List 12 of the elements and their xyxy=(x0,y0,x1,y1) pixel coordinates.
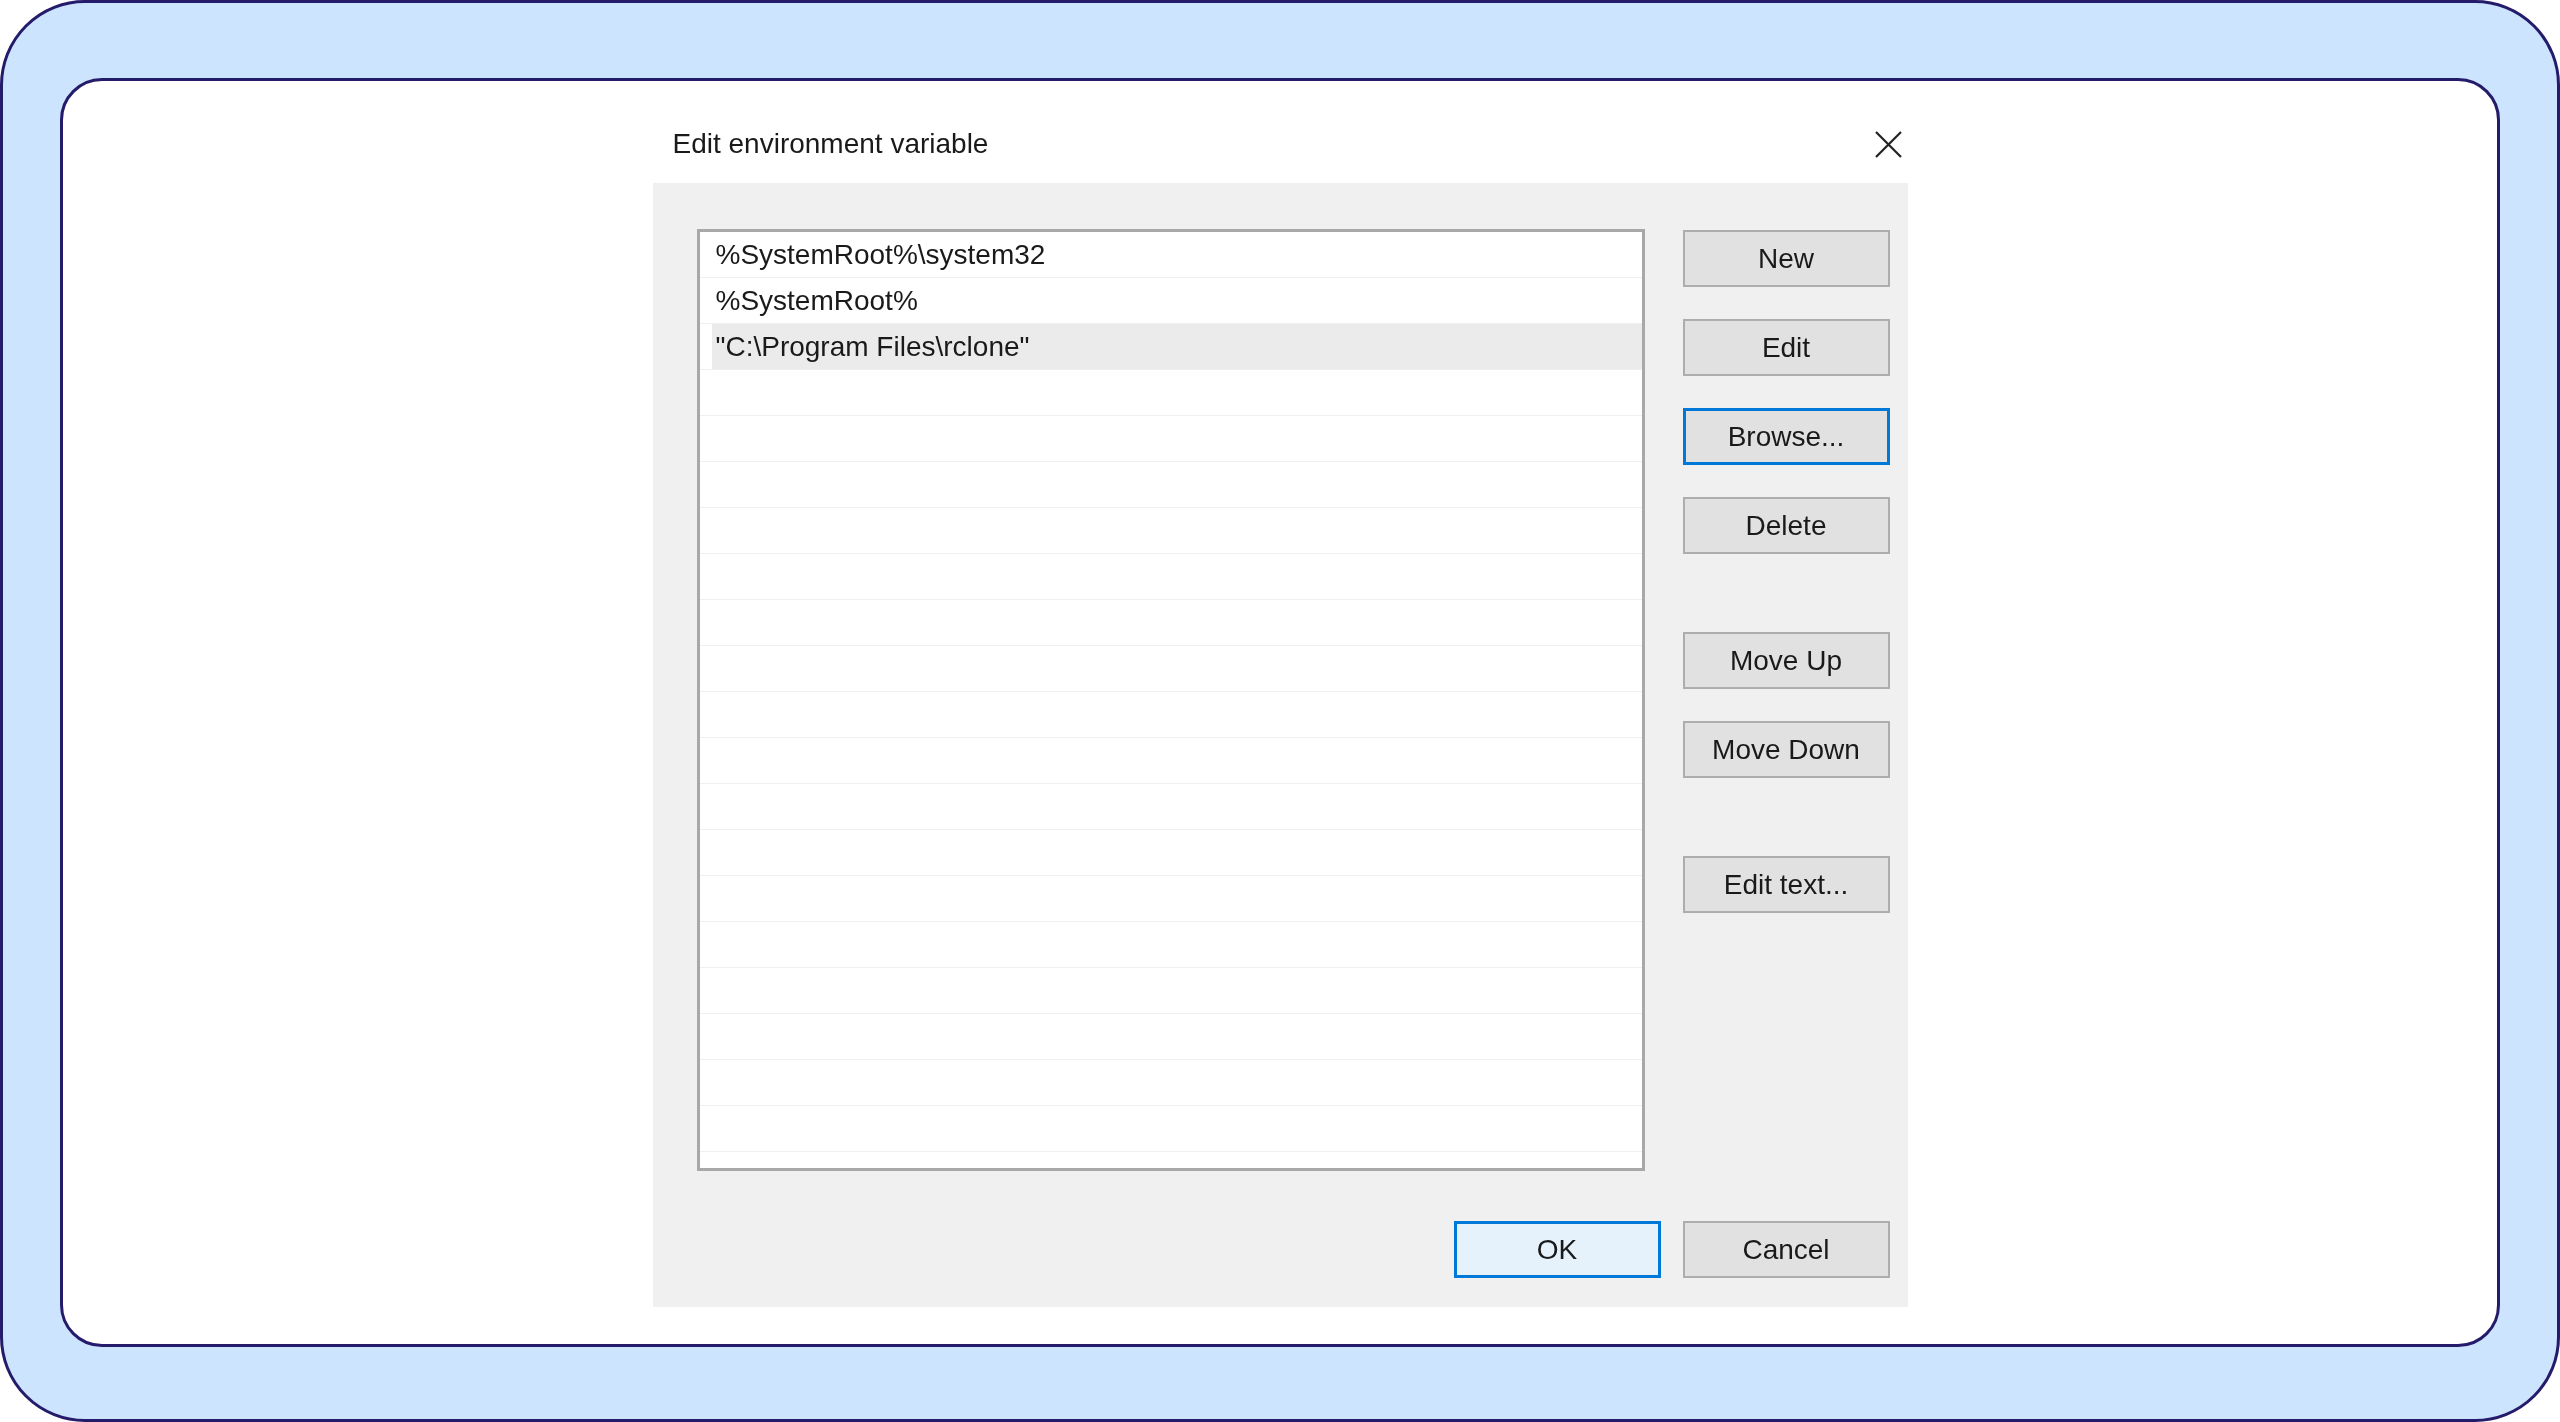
dialog-button[interactable]: Edit text... xyxy=(1682,856,1890,913)
dialog-button[interactable]: Edit xyxy=(1682,319,1890,376)
list-item[interactable]: "C:\Program Files\rclone" xyxy=(711,324,1642,370)
dialog-button[interactable]: Move Up xyxy=(1682,632,1890,689)
dialog-button[interactable]: Delete xyxy=(1682,497,1890,554)
dialog-title: Edit environment variable xyxy=(672,128,989,160)
close-icon[interactable] xyxy=(1874,130,1902,158)
dialog-button[interactable]: New xyxy=(1682,230,1890,287)
ok-button[interactable]: OK xyxy=(1453,1221,1661,1278)
cancel-button[interactable]: Cancel xyxy=(1682,1221,1890,1278)
dialog-button[interactable]: Move Down xyxy=(1682,721,1890,778)
dialog-button[interactable]: Browse... xyxy=(1682,408,1890,465)
